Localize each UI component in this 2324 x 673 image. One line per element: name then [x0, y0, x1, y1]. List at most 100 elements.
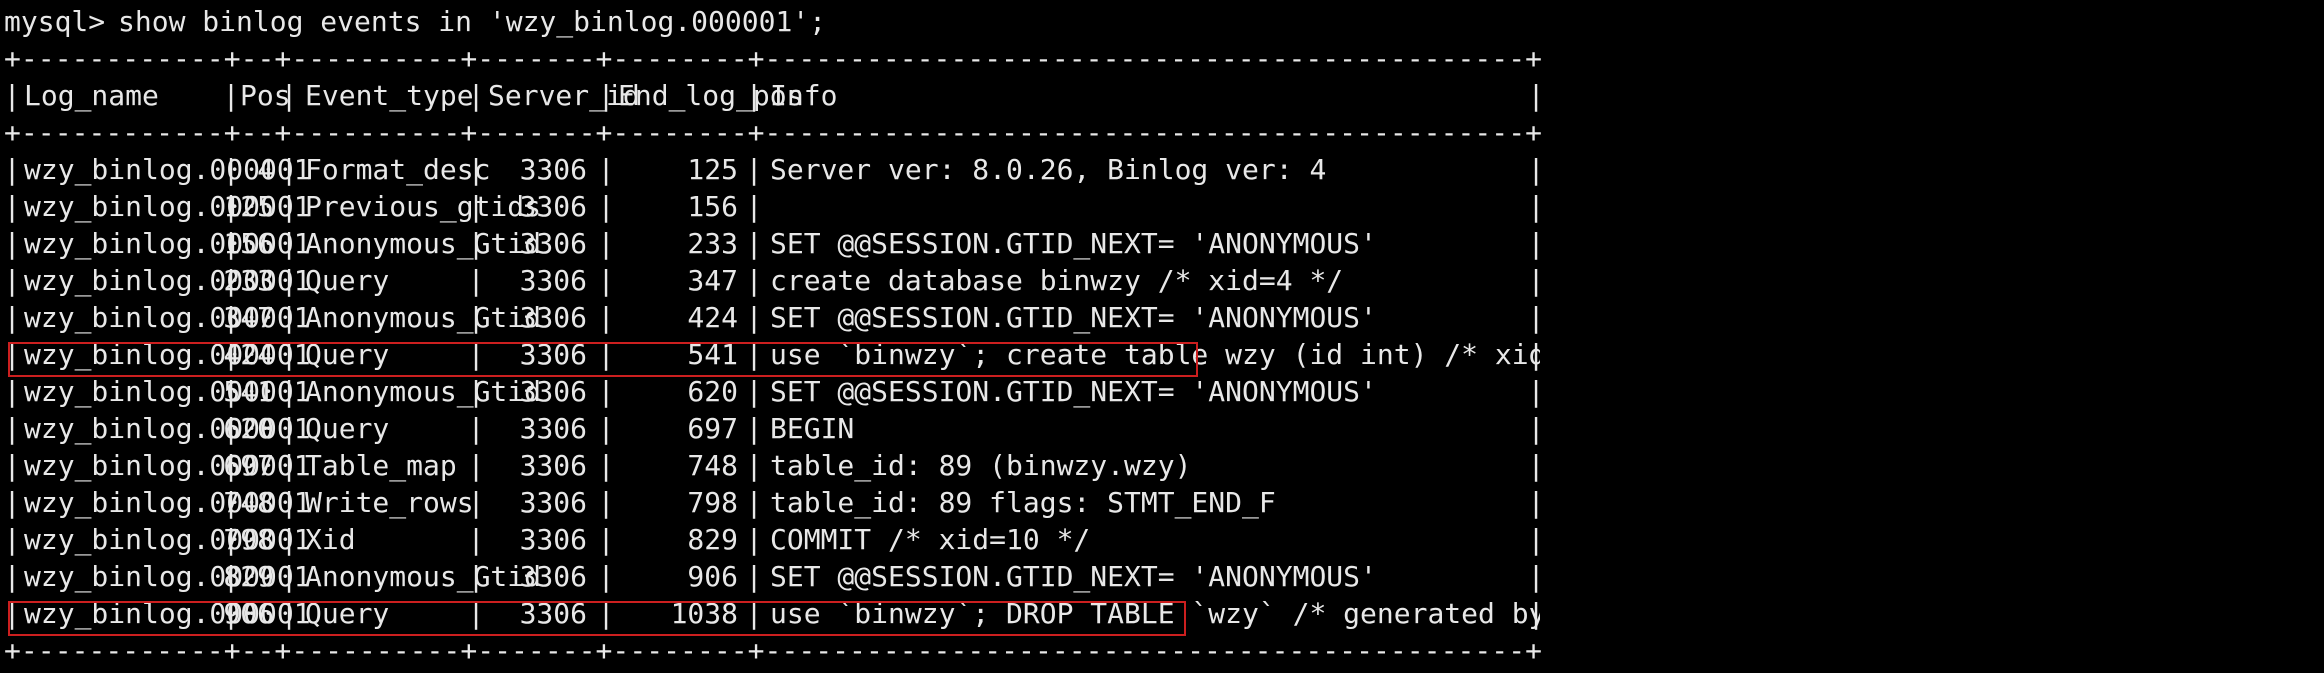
- table-row: | | | | | | | wzy_binlog.000001 541 Anonymous_Gti…: [0, 373, 1540, 410]
- border-text: +------------+--+----------+-------+----…: [4, 116, 1542, 149]
- cell-event-type: Previous_gtids: [305, 190, 542, 223]
- cell-pos: 829: [223, 560, 274, 593]
- cell-server-id: 3306: [519, 301, 587, 334]
- table-border-bottom: +------------+--+----------+-------+----…: [0, 632, 2324, 669]
- column-divider: |: [1527, 560, 1540, 593]
- cell-event-type: Table_map: [305, 449, 457, 482]
- column-divider: |: [3, 375, 21, 408]
- column-divider: |: [745, 264, 763, 297]
- cell-end-log-pos: 347: [687, 264, 738, 297]
- cell-event-type: Anonymous_Gtid: [305, 375, 542, 408]
- table-row: | | | | | | | wzy_binlog.000001 424 Query 3306 541 u…: [0, 336, 1540, 373]
- table-row: | | | | | | | wzy_binlog.000001 748 Write_rows 330…: [0, 484, 1540, 521]
- cell-end-log-pos: 697: [687, 412, 738, 445]
- column-divider: |: [3, 560, 21, 593]
- cell-server-id: 3306: [519, 153, 587, 186]
- table-row: | | | | | | | wzy_binlog.000001 906 Query 3306 1038…: [0, 595, 1540, 632]
- cell-info: Server ver: 8.0.26, Binlog ver: 4: [770, 153, 1327, 186]
- cell-info: table_id: 89 (binwzy.wzy): [770, 449, 1192, 482]
- table-header-row: | | | | | | | Log_name Pos Event_type Server_id End…: [0, 77, 1540, 114]
- column-divider: |: [597, 190, 615, 223]
- cell-end-log-pos: 541: [687, 338, 738, 371]
- cell-pos: 424: [223, 338, 274, 371]
- column-divider: |: [597, 227, 615, 260]
- cell-event-type: Query: [305, 264, 390, 297]
- border-text: +------------+--+----------+-------+----…: [4, 634, 1542, 667]
- command-line: mysql> show binlog events in 'wzy_binlog…: [0, 3, 2324, 40]
- cell-end-log-pos: 233: [687, 227, 738, 260]
- cell-event-type: Query: [305, 597, 390, 630]
- table-row: | | | | | | | wzy_binlog.000001 233 Query 3306 347 c…: [0, 262, 1540, 299]
- cell-server-id: 3306: [519, 597, 587, 630]
- cell-end-log-pos: 906: [687, 560, 738, 593]
- table-row: | | | | | | | wzy_binlog.000001 125 Previous_gtid…: [0, 188, 1540, 225]
- cell-pos: 156: [223, 227, 274, 260]
- column-divider: |: [597, 338, 615, 371]
- cell-info: SET @@SESSION.GTID_NEXT= 'ANONYMOUS': [770, 560, 1377, 593]
- table-row: | | | | | | | wzy_binlog.000001 620 Query 3306 697 B…: [0, 410, 1540, 447]
- column-divider: |: [745, 560, 763, 593]
- column-divider: |: [745, 190, 763, 223]
- header-log-name: Log_name: [24, 79, 159, 112]
- column-divider: |: [1527, 190, 1540, 223]
- column-divider: |: [597, 301, 615, 334]
- border-text: +------------+--+----------+-------+----…: [4, 42, 1542, 75]
- table-row: | | | | | | | wzy_binlog.000001 347 Anonymous_Gti…: [0, 299, 1540, 336]
- column-divider: |: [597, 153, 615, 186]
- cell-pos: 748: [223, 486, 274, 519]
- column-divider: |: [745, 338, 763, 371]
- cell-pos: 697: [223, 449, 274, 482]
- table-row: | | | | | | | wzy_binlog.000001 697 Table_map 3306…: [0, 447, 1540, 484]
- cell-event-type: Xid: [305, 523, 356, 556]
- column-divider: |: [1527, 301, 1540, 334]
- cell-event-type: Anonymous_Gtid: [305, 301, 542, 334]
- cell-server-id: 3306: [519, 449, 587, 482]
- cell-info: use `binwzy`; DROP TABLE `wzy` /* genera…: [770, 597, 1540, 630]
- cell-end-log-pos: 748: [687, 449, 738, 482]
- column-divider: |: [3, 190, 21, 223]
- cell-end-log-pos: 620: [687, 375, 738, 408]
- column-divider: |: [597, 412, 615, 445]
- column-divider: |: [3, 227, 21, 260]
- table-border-header: +------------+--+----------+-------+----…: [0, 114, 2324, 151]
- column-divider: |: [1527, 227, 1540, 260]
- cell-server-id: 3306: [519, 486, 587, 519]
- column-divider: |: [597, 449, 615, 482]
- cell-server-id: 3306: [519, 338, 587, 371]
- cell-pos: 125: [223, 190, 274, 223]
- cell-server-id: 3306: [519, 412, 587, 445]
- table-row: | | | | | | | wzy_binlog.000001 4 Format_desc 3306…: [0, 151, 1540, 188]
- cell-pos: 347: [223, 301, 274, 334]
- column-divider: |: [597, 375, 615, 408]
- cell-info: SET @@SESSION.GTID_NEXT= 'ANONYMOUS': [770, 301, 1377, 334]
- column-divider: |: [745, 227, 763, 260]
- column-divider: |: [745, 375, 763, 408]
- cell-server-id: 3306: [519, 190, 587, 223]
- column-divider: |: [745, 597, 763, 630]
- cell-info: COMMIT /* xid=10 */: [770, 523, 1091, 556]
- cell-event-type: Query: [305, 338, 390, 371]
- terminal-window[interactable]: mysql> show binlog events in 'wzy_binlog…: [0, 0, 2324, 673]
- table-row: | | | | | | | wzy_binlog.000001 829 Anonymous_Gti…: [0, 558, 1540, 595]
- command-text: show binlog events in 'wzy_binlog.000001…: [118, 5, 827, 38]
- cell-server-id: 3306: [519, 560, 587, 593]
- cell-info: table_id: 89 flags: STMT_END_F: [770, 486, 1276, 519]
- column-divider: |: [467, 412, 485, 445]
- column-divider: |: [1527, 153, 1540, 186]
- column-divider: |: [745, 486, 763, 519]
- cell-pos: 541: [223, 375, 274, 408]
- column-divider: |: [3, 301, 21, 334]
- column-divider: |: [467, 597, 485, 630]
- cell-server-id: 3306: [519, 227, 587, 260]
- column-divider: |: [1527, 412, 1540, 445]
- column-divider: |: [3, 79, 21, 112]
- table-border-top: +------------+--+----------+-------+----…: [0, 40, 2324, 77]
- column-divider: |: [3, 486, 21, 519]
- cell-server-id: 3306: [519, 264, 587, 297]
- column-divider: |: [597, 560, 615, 593]
- column-divider: |: [222, 79, 240, 112]
- column-divider: |: [1527, 523, 1540, 556]
- cell-end-log-pos: 829: [687, 523, 738, 556]
- table-row: | | | | | | | wzy_binlog.000001 156 Anonymous_Gti…: [0, 225, 1540, 262]
- column-divider: |: [467, 264, 485, 297]
